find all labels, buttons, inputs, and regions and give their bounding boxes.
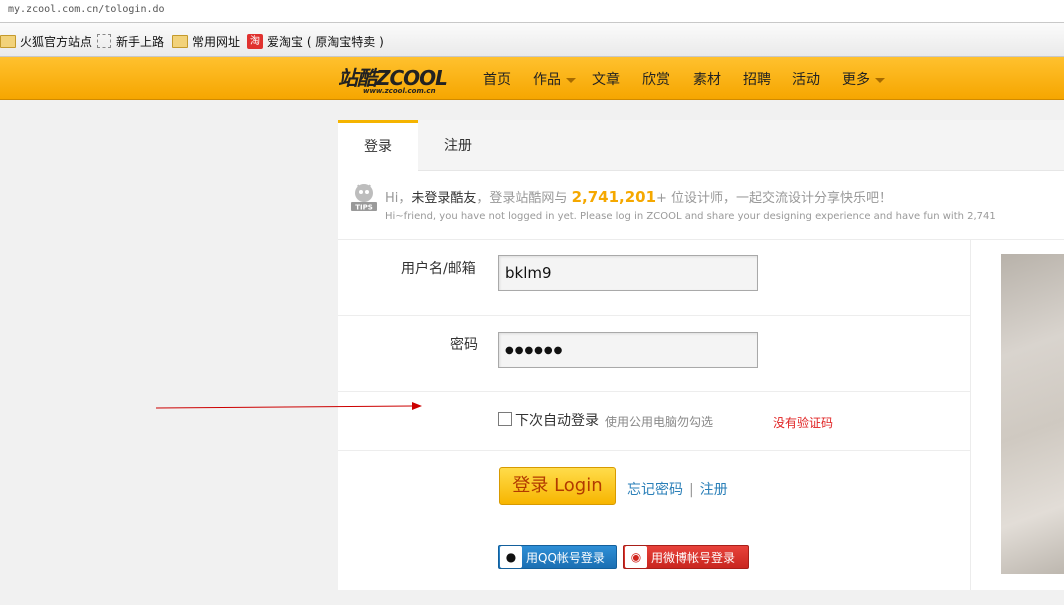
- nav-home[interactable]: 首页: [483, 69, 511, 89]
- taobao-icon: 淘: [247, 33, 263, 49]
- welcome-text-english: Hi~friend, you have not logged in yet. P…: [385, 211, 996, 222]
- chevron-down-icon: [875, 77, 885, 83]
- username-input[interactable]: bklm9: [498, 255, 758, 291]
- decorative-sketch-photo: [1001, 254, 1064, 574]
- site-header: 站酷ZCOOL www.zcool.com.cn 首页 作品 文章 欣赏 素材 …: [0, 57, 1064, 100]
- qq-login-button[interactable]: ● 用QQ帐号登录: [498, 545, 617, 569]
- divider: [338, 391, 970, 392]
- bookmark-aitaobao[interactable]: 淘 爱淘宝 ( 原淘宝特卖 ): [247, 32, 384, 50]
- qq-penguin-icon: ●: [500, 546, 522, 568]
- member-count: 2,741,201: [571, 188, 657, 206]
- address-bar[interactable]: my.zcool.com.cn/tologin.do: [0, 0, 1064, 23]
- weibo-login-button[interactable]: ◉ 用微博帐号登录: [623, 545, 749, 569]
- chevron-down-icon: [566, 77, 576, 83]
- nav-appreciate[interactable]: 欣赏: [642, 69, 670, 89]
- folder-icon: [172, 34, 188, 48]
- zcool-logo[interactable]: 站酷ZCOOL www.zcool.com.cn: [338, 62, 448, 95]
- tab-login[interactable]: 登录: [338, 120, 418, 171]
- username-label: 用户名/邮箱: [401, 261, 476, 277]
- nav-more[interactable]: 更多: [842, 69, 885, 89]
- remember-me-hint: 使用公用电脑勿勾选: [605, 415, 714, 429]
- annotation-arrow: [156, 402, 422, 410]
- password-input[interactable]: ●●●●●●: [498, 332, 758, 368]
- nav-events[interactable]: 活动: [792, 69, 820, 89]
- url-text: my.zcool.com.cn/tologin.do: [8, 4, 165, 15]
- password-label: 密码: [450, 337, 478, 353]
- bookmark-getting-started[interactable]: 新手上路: [97, 32, 164, 50]
- nav-works[interactable]: 作品: [533, 69, 576, 89]
- welcome-tips: TIPS Hi，未登录酷友，登录站酷网与 2,741,201+ 位设计师，一起交…: [338, 171, 1064, 240]
- welcome-text: Hi，未登录酷友，登录站酷网与 2,741,201+ 位设计师，一起交流设计分享…: [385, 188, 893, 206]
- dashed-square-icon: [97, 34, 111, 48]
- tab-register[interactable]: 注册: [418, 120, 498, 170]
- login-button[interactable]: 登录 Login: [499, 467, 616, 505]
- folder-icon: [0, 34, 16, 48]
- bookmark-firefox-official[interactable]: 火狐官方站点: [0, 32, 92, 50]
- nav-jobs[interactable]: 招聘: [743, 69, 771, 89]
- tips-mascot-icon: TIPS: [351, 184, 377, 212]
- no-captcha-note: 没有验证码: [773, 416, 834, 430]
- login-tabs: 登录 注册: [338, 120, 1064, 171]
- nav-articles[interactable]: 文章: [592, 69, 620, 89]
- forgot-password-link[interactable]: 忘记密码: [627, 482, 683, 498]
- remember-me-checkbox[interactable]: [498, 412, 512, 426]
- auth-links: 忘记密码 | 注册: [627, 482, 728, 498]
- tips-badge: TIPS: [355, 204, 373, 212]
- bookmark-common-sites[interactable]: 常用网址: [172, 32, 240, 50]
- divider: [338, 315, 970, 316]
- divider: [338, 450, 970, 451]
- login-panel: 登录 注册 TIPS Hi，未登录酷友，登录站酷网与 2,741,201+ 位设…: [338, 120, 1064, 590]
- weibo-eye-icon: ◉: [625, 546, 647, 568]
- register-link[interactable]: 注册: [700, 482, 728, 498]
- bookmarks-toolbar: 火狐官方站点 新手上路 常用网址 淘 爱淘宝 ( 原淘宝特卖 ): [0, 23, 1064, 57]
- nav-materials[interactable]: 素材: [693, 69, 721, 89]
- remember-me-label[interactable]: 下次自动登录: [515, 410, 599, 430]
